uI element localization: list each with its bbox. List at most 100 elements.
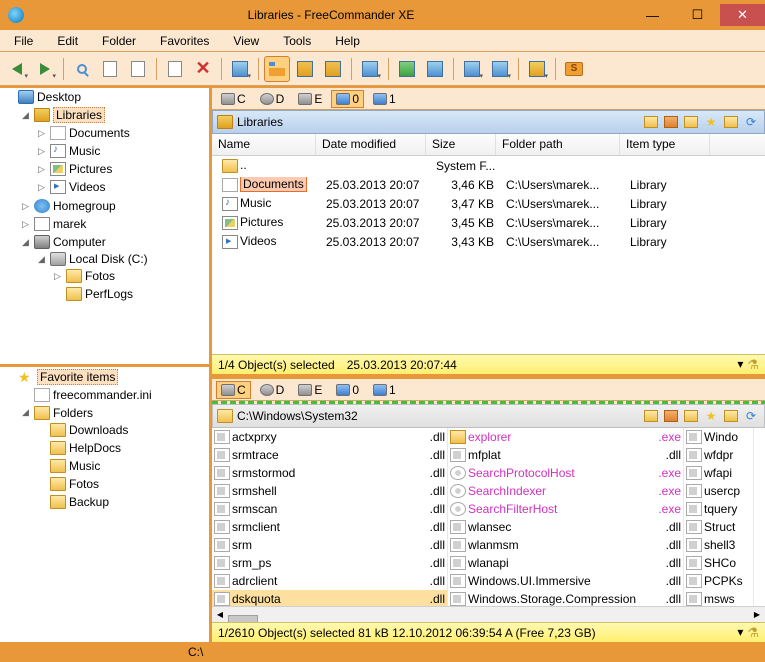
- delete-button[interactable]: ✕: [190, 56, 216, 82]
- file-row[interactable]: explorer.exe: [448, 428, 683, 446]
- path-folder-button-bot[interactable]: [642, 407, 660, 425]
- edit-button[interactable]: [97, 56, 123, 82]
- view-details-button[interactable]: [320, 56, 346, 82]
- file-row[interactable]: msws: [684, 590, 753, 606]
- file-row[interactable]: Documents25.03.2013 20:073,46 KBC:\Users…: [212, 175, 765, 194]
- drive-e-top[interactable]: E: [293, 90, 327, 108]
- menu-favorites[interactable]: Favorites: [152, 32, 217, 50]
- path-newfolder-button[interactable]: [662, 113, 680, 131]
- file-row[interactable]: srmshell.dll: [212, 482, 447, 500]
- file-row[interactable]: Windows.Storage.Compression.dll: [448, 590, 683, 606]
- col-type[interactable]: Item type: [620, 134, 710, 155]
- move-button[interactable]: [162, 56, 188, 82]
- tree-perflogs[interactable]: PerfLogs: [85, 287, 133, 301]
- file-row[interactable]: SHCo: [684, 554, 753, 572]
- tree-disk-c[interactable]: Local Disk (C:): [69, 252, 148, 266]
- settings-button[interactable]: [524, 56, 550, 82]
- path-parent-button[interactable]: [682, 113, 700, 131]
- path-copy-button[interactable]: [722, 113, 740, 131]
- menu-tools[interactable]: Tools: [275, 32, 319, 50]
- col-name[interactable]: Name: [212, 134, 316, 155]
- path-bar-bottom[interactable]: C:\Windows\System32 ★ ⟳: [212, 404, 765, 428]
- tree-favorites[interactable]: Favorite items: [37, 369, 118, 385]
- net-1-top[interactable]: 1: [368, 90, 401, 108]
- net-0-bot[interactable]: 0: [331, 381, 364, 399]
- file-row[interactable]: wlansec.dll: [448, 518, 683, 536]
- file-row[interactable]: SearchIndexer.exe: [448, 482, 683, 500]
- menu-view[interactable]: View: [225, 32, 267, 50]
- path-favorite-button[interactable]: ★: [702, 113, 720, 131]
- split-button[interactable]: [357, 56, 383, 82]
- close-button[interactable]: ✕: [720, 4, 765, 26]
- back-button[interactable]: [4, 56, 30, 82]
- filter-icon[interactable]: ⚗: [747, 357, 759, 373]
- path-refresh-button-bot[interactable]: ⟳: [742, 407, 760, 425]
- drive-e-bot[interactable]: E: [293, 381, 327, 399]
- file-row[interactable]: srmclient.dll: [212, 518, 447, 536]
- tree-pictures[interactable]: Pictures: [69, 162, 112, 176]
- file-row[interactable]: Windo: [684, 428, 753, 446]
- menu-edit[interactable]: Edit: [49, 32, 86, 50]
- scroll-right-button[interactable]: ▶: [749, 608, 765, 622]
- tree-libraries[interactable]: Libraries: [53, 107, 105, 123]
- file-row[interactable]: srmstormod.dll: [212, 464, 447, 482]
- file-row[interactable]: wfapi: [684, 464, 753, 482]
- path-favorite-button-bot[interactable]: ★: [702, 407, 720, 425]
- file-row[interactable]: adrclient.dll: [212, 572, 447, 590]
- folder-tree-top[interactable]: Desktop ◢Libraries ▷Documents ▷Music ▷Pi…: [0, 88, 209, 367]
- file-row[interactable]: wfdpr: [684, 446, 753, 464]
- file-row[interactable]: usercp: [684, 482, 753, 500]
- menu-folder[interactable]: Folder: [94, 32, 144, 50]
- file-row[interactable]: srm.dll: [212, 536, 447, 554]
- file-row[interactable]: SearchProtocolHost.exe: [448, 464, 683, 482]
- col-path[interactable]: Folder path: [496, 134, 620, 155]
- file-row[interactable]: wlanapi.dll: [448, 554, 683, 572]
- file-row[interactable]: tquery: [684, 500, 753, 518]
- file-row[interactable]: Pictures25.03.2013 20:073,45 KBC:\Users\…: [212, 213, 765, 232]
- tree-folders[interactable]: Folders: [53, 406, 93, 420]
- file-list-bottom[interactable]: actxprxy.dllsrmtrace.dllsrmstormod.dllsr…: [212, 428, 765, 606]
- file-row[interactable]: wlanmsm.dll: [448, 536, 683, 554]
- filter-icon[interactable]: ⚗: [747, 625, 759, 641]
- tree-helpdocs[interactable]: HelpDocs: [69, 441, 121, 455]
- tree-ini[interactable]: freecommander.ini: [53, 388, 152, 402]
- path-bar-top[interactable]: Libraries ★ ⟳: [212, 110, 765, 134]
- file-row[interactable]: srmtrace.dll: [212, 446, 447, 464]
- tree-backup[interactable]: Backup: [69, 495, 109, 509]
- file-row[interactable]: PCPKs: [684, 572, 753, 590]
- drive-cd-top[interactable]: D: [255, 90, 290, 108]
- path-parent-button-bot[interactable]: [682, 407, 700, 425]
- path-newfolder-button-bot[interactable]: [662, 407, 680, 425]
- sync-button[interactable]: [422, 56, 448, 82]
- file-row[interactable]: Videos25.03.2013 20:073,43 KBC:\Users\ma…: [212, 232, 765, 251]
- tree-downloads[interactable]: Downloads: [69, 423, 128, 437]
- path-copy-button-bot[interactable]: [722, 407, 740, 425]
- tools-button[interactable]: [487, 56, 513, 82]
- net-0-top[interactable]: 0: [331, 90, 364, 108]
- file-row[interactable]: shell3: [684, 536, 753, 554]
- tree-fotos-fav[interactable]: Fotos: [69, 477, 99, 491]
- s-button[interactable]: S: [561, 56, 587, 82]
- tree-fotos[interactable]: Fotos: [85, 269, 115, 283]
- tree-desktop[interactable]: Desktop: [37, 90, 81, 104]
- menu-help[interactable]: Help: [327, 32, 368, 50]
- maximize-button[interactable]: ☐: [675, 4, 720, 26]
- scroll-left-button[interactable]: ◀: [212, 608, 228, 622]
- file-row[interactable]: dskquota.dll: [212, 590, 447, 606]
- tree-music-fav[interactable]: Music: [69, 459, 100, 473]
- tree-computer[interactable]: Computer: [53, 235, 106, 249]
- status-dropdown-icon[interactable]: ▾: [737, 357, 743, 373]
- status-dropdown-icon[interactable]: ▾: [737, 625, 743, 641]
- column-header-top[interactable]: Name Date modified Size Folder path Item…: [212, 134, 765, 156]
- net-1-bot[interactable]: 1: [368, 381, 401, 399]
- file-row[interactable]: Windows.UI.Immersive.dll: [448, 572, 683, 590]
- tree-user[interactable]: marek: [53, 217, 86, 231]
- minimize-button[interactable]: —: [630, 4, 675, 26]
- favorites-tree[interactable]: ★Favorite items freecommander.ini ◢Folde…: [0, 367, 209, 643]
- view-button[interactable]: [69, 56, 95, 82]
- menu-file[interactable]: File: [6, 32, 41, 50]
- path-refresh-button[interactable]: ⟳: [742, 113, 760, 131]
- view-tree-button[interactable]: [264, 56, 290, 82]
- file-row[interactable]: Music25.03.2013 20:073,47 KBC:\Users\mar…: [212, 194, 765, 213]
- file-row[interactable]: actxprxy.dll: [212, 428, 447, 446]
